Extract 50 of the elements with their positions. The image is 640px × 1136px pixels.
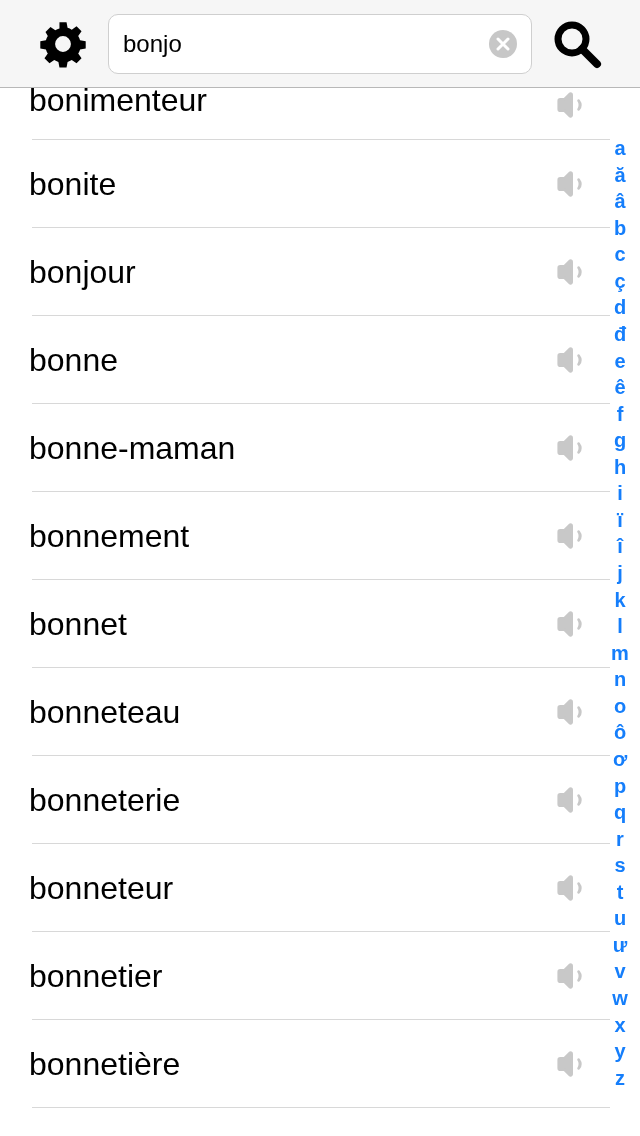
index-letter[interactable]: o [613,695,627,716]
index-letter[interactable]: ư [612,934,628,955]
index-letter[interactable]: b [613,217,627,238]
index-letter[interactable]: e [614,350,626,371]
index-letter[interactable]: j [617,563,623,583]
index-letter[interactable]: ă [614,164,626,185]
index-letter[interactable]: f [616,403,624,424]
index-letter[interactable]: i [617,483,623,504]
word-label[interactable]: bonnetière [29,1047,556,1080]
index-letter[interactable]: t [616,881,624,902]
word-label[interactable]: bonnet [29,607,556,640]
index-letter[interactable]: c [614,244,626,265]
index-letter[interactable]: đ [613,323,627,344]
index-letter[interactable]: h [613,456,627,477]
word-label[interactable]: bonimenteur [29,84,556,116]
index-letter[interactable]: v [614,961,626,982]
word-label[interactable]: bonneteau [29,695,556,728]
index-letter[interactable]: y [614,1041,626,1062]
index-letter[interactable]: x [614,1014,626,1035]
word-label[interactable]: bonne [29,343,556,376]
index-letter[interactable]: l [617,616,623,637]
index-letter[interactable]: k [614,589,626,610]
index-letter[interactable]: r [616,828,624,849]
index-letter[interactable]: u [613,908,627,929]
index-letter[interactable]: ç [614,270,626,291]
index-letter[interactable]: ô [613,722,627,743]
word-label[interactable]: bonjour [29,255,556,288]
index-letter[interactable]: î [617,536,623,557]
word-label[interactable]: bonnement [29,519,556,552]
word-label[interactable]: bonite [29,167,556,200]
index-letter[interactable]: ï [617,509,623,530]
index-letter[interactable]: ơ [612,748,628,769]
index-letter[interactable]: n [613,669,627,690]
index-letter[interactable]: d [613,297,627,318]
word-label[interactable]: bonne-maman [29,431,556,464]
word-label[interactable]: bonneteur [29,871,556,904]
index-letter[interactable]: w [612,988,628,1008]
index-letter[interactable]: z [615,1067,625,1088]
index-letter[interactable]: a [614,138,626,158]
index-letter[interactable]: q [613,802,627,823]
clear-icon[interactable] [489,29,517,58]
index-letter[interactable]: p [613,775,627,796]
word-label[interactable]: bonnetier [29,959,556,992]
index-letter[interactable]: â [614,191,626,212]
index-letter[interactable]: g [613,430,627,451]
word-label[interactable]: bonneterie [29,783,556,816]
index-letter[interactable]: s [614,855,626,876]
search-field[interactable]: bonjo [108,13,532,74]
index-letter[interactable]: m [611,642,629,663]
index-letter[interactable]: ê [614,377,626,398]
